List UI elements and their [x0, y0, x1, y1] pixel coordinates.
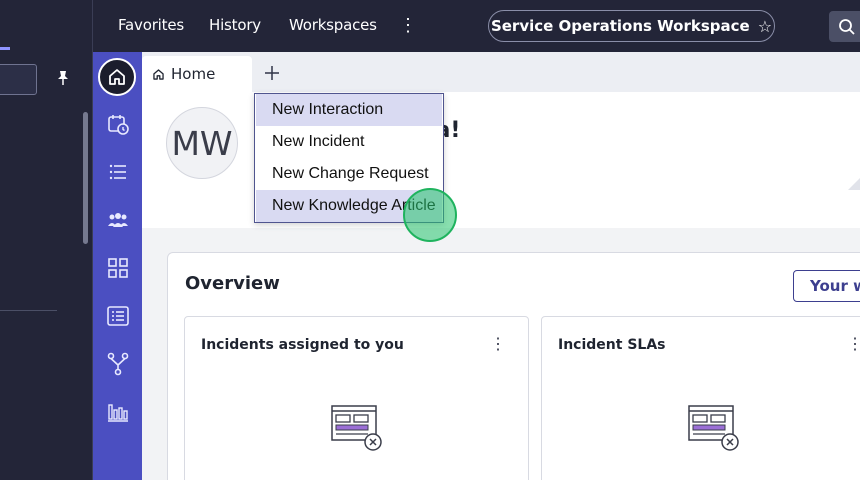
list-icon[interactable]: [106, 160, 130, 184]
nav-workspaces[interactable]: Workspaces: [289, 16, 377, 34]
incident-slas-card: Incident SLAs ⋮: [541, 316, 860, 480]
bar-chart-icon[interactable]: [106, 400, 130, 424]
branch-icon[interactable]: [106, 352, 130, 376]
panel-divider: [0, 310, 57, 311]
nav-history[interactable]: History: [209, 16, 261, 34]
more-vertical-icon[interactable]: ⋮: [399, 14, 417, 36]
search-button[interactable]: [829, 11, 860, 42]
grid-icon[interactable]: [106, 256, 130, 280]
menu-item-new-change-request[interactable]: New Change Request: [256, 158, 442, 190]
empty-state-icon: [331, 405, 382, 451]
menu-item-new-incident[interactable]: New Incident: [256, 126, 442, 158]
pin-icon[interactable]: [56, 70, 72, 88]
star-icon[interactable]: ☆: [758, 17, 772, 36]
more-vertical-icon[interactable]: ⋮: [847, 335, 860, 355]
menu-item-new-interaction[interactable]: New Interaction: [256, 94, 442, 126]
card-title: Incidents assigned to you: [201, 337, 404, 353]
tab-home-label: Home: [171, 65, 216, 83]
top-navigation-bar: Favorites History Workspaces ⋮ Service O…: [0, 0, 860, 52]
home-rail-button[interactable]: [98, 58, 136, 96]
overview-section: Overview Your we Incidents assigned to y…: [167, 252, 860, 480]
panel-filter-input[interactable]: [0, 64, 37, 95]
workspace-name: Service Operations Workspace: [490, 17, 750, 35]
incidents-assigned-card: Incidents assigned to you ⋮: [184, 316, 529, 480]
left-side-panel: [0, 52, 93, 480]
nav-favorites[interactable]: Favorites: [118, 16, 184, 34]
home-icon: [153, 68, 164, 80]
tab-home[interactable]: Home: [142, 56, 252, 92]
workspace-icon-rail: [93, 52, 142, 480]
more-vertical-icon[interactable]: ⋮: [490, 335, 506, 355]
overview-title: Overview: [185, 273, 280, 294]
panel-scrollbar[interactable]: [83, 112, 88, 244]
workspace-switcher[interactable]: Service Operations Workspace ☆: [488, 10, 775, 42]
list-box-icon[interactable]: [106, 304, 130, 328]
calendar-clock-icon[interactable]: [106, 112, 130, 136]
tab-bar: Home: [142, 52, 860, 92]
empty-state-icon: [688, 405, 739, 451]
your-work-button[interactable]: Your we: [793, 270, 860, 302]
plus-icon: [265, 66, 279, 80]
click-indicator: [403, 188, 457, 242]
search-icon: [839, 19, 855, 35]
nav-accent-line: [0, 47, 10, 50]
greeting-banner: MW la!: [142, 92, 860, 228]
card-title: Incident SLAs: [558, 337, 666, 353]
banner-decoration: [848, 178, 860, 190]
nav-logo-area: [0, 0, 93, 52]
add-tab-button[interactable]: [260, 60, 284, 86]
people-group-icon[interactable]: [106, 208, 130, 232]
home-icon: [109, 69, 125, 85]
avatar[interactable]: MW: [166, 107, 238, 179]
